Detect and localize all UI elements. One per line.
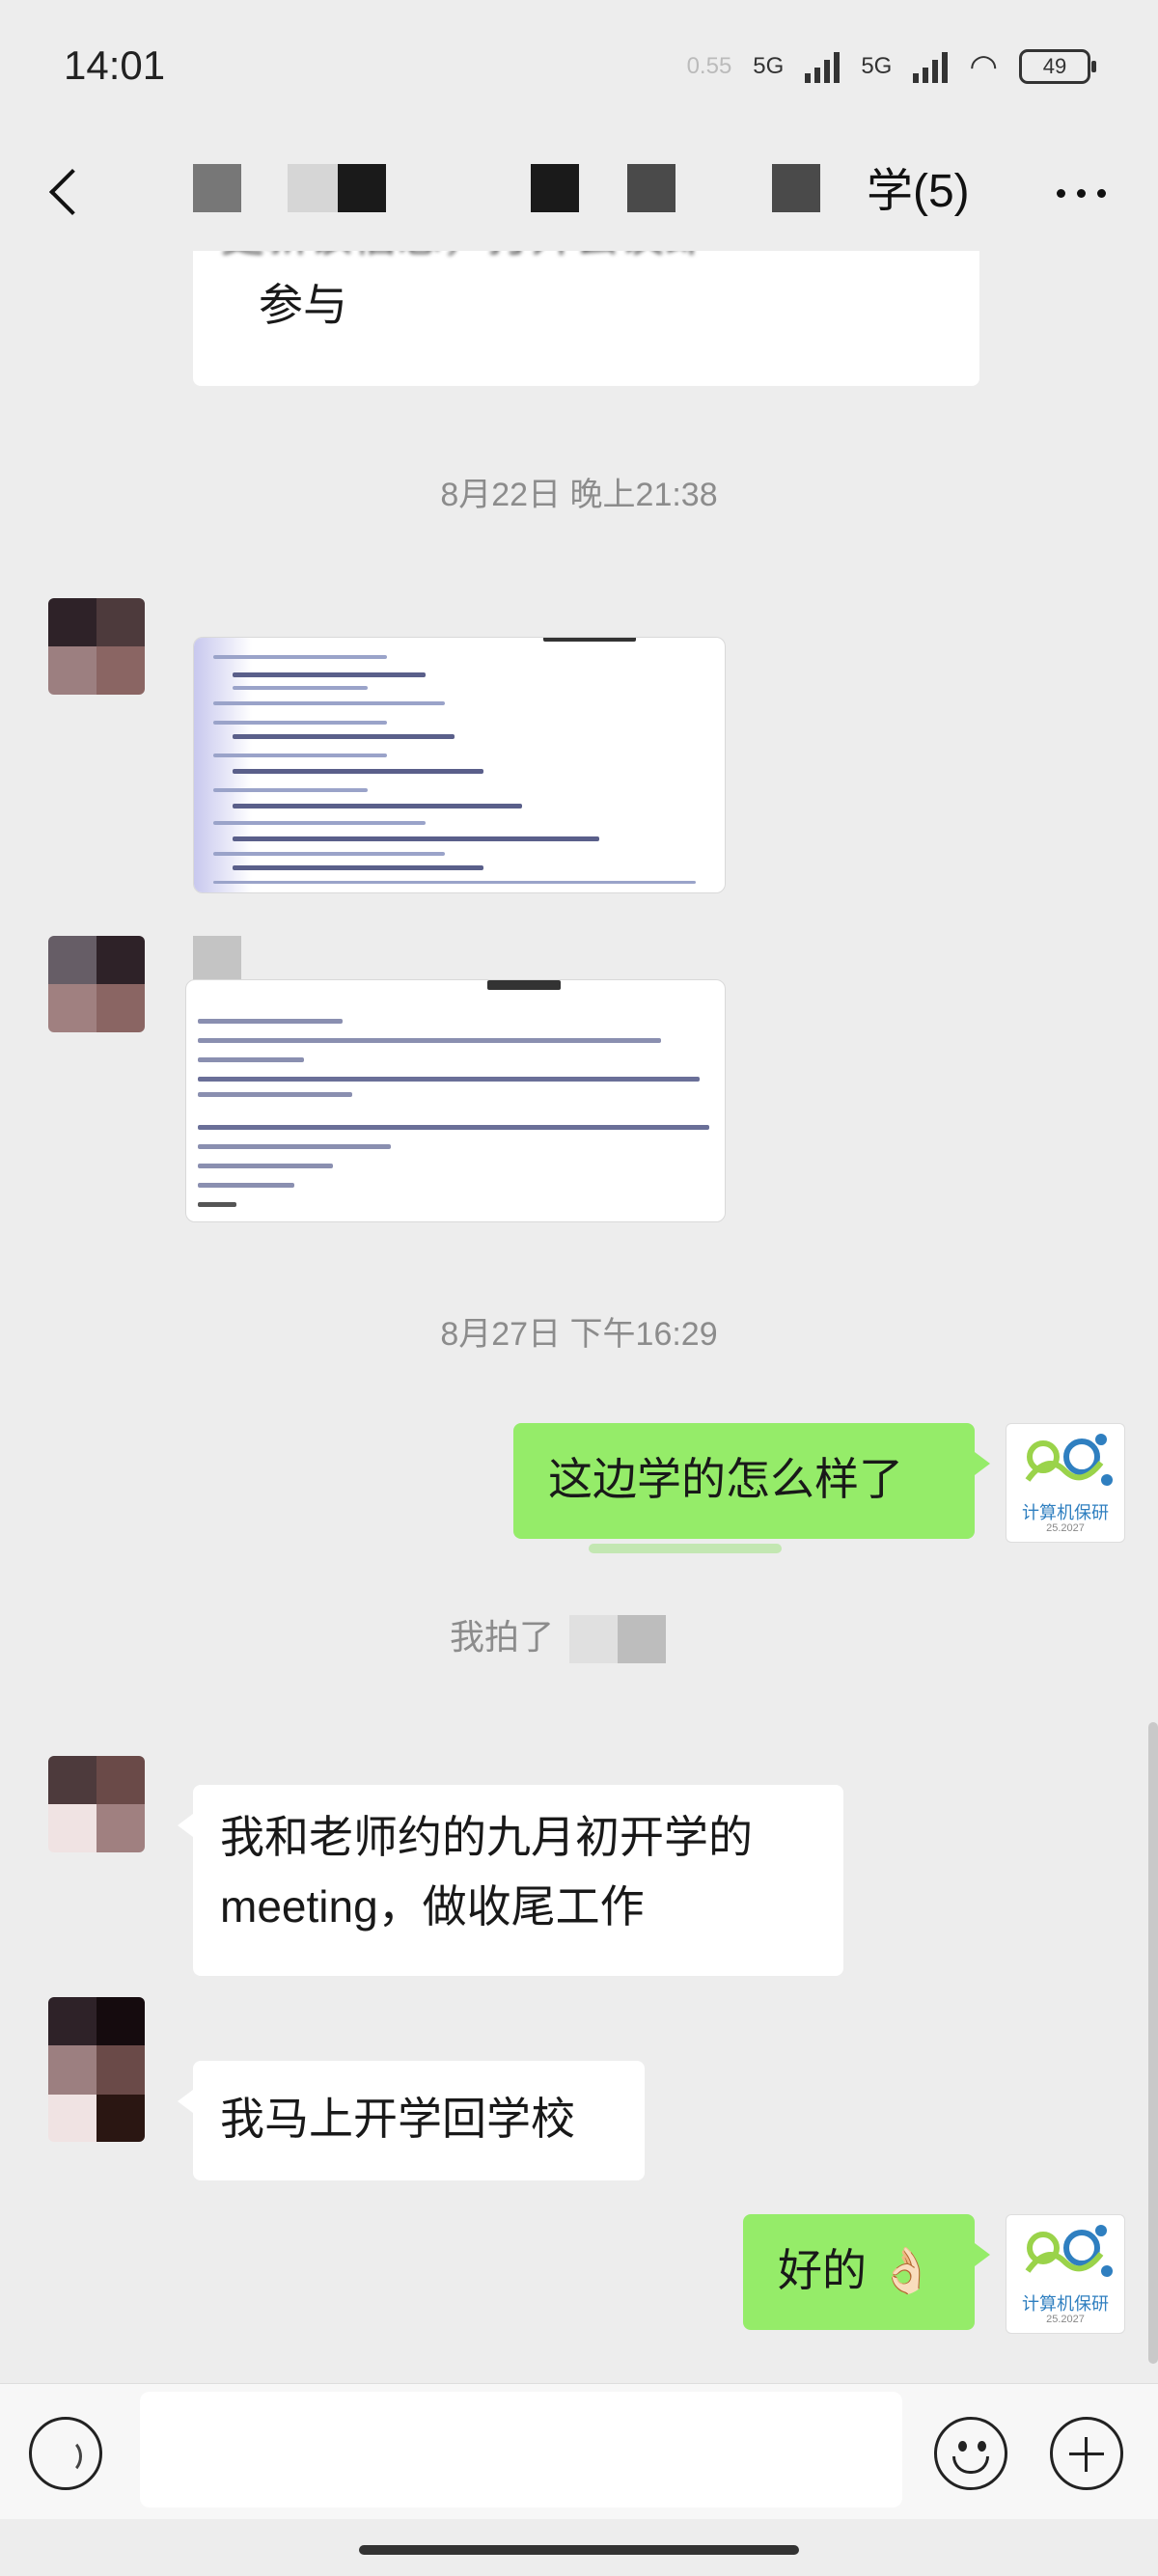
censored-name: [569, 1615, 619, 1664]
doc-line: [233, 686, 368, 690]
doc-line: [198, 1057, 304, 1062]
pat-text: 我拍了: [450, 1617, 555, 1657]
doc-line: [198, 1125, 709, 1130]
image-message[interactable]: [193, 637, 726, 893]
message-text: 这边学的怎么样了: [548, 1454, 903, 1504]
emoji-eye: [978, 2441, 986, 2452]
brand-sub: 25.2027: [1046, 2314, 1085, 2325]
avatar[interactable]: [48, 936, 145, 1032]
message-shadow: [589, 1544, 782, 1553]
avatar-self[interactable]: 计算机保研 25.2027: [1006, 2214, 1125, 2334]
doc-line: [213, 881, 696, 884]
image-message[interactable]: [185, 979, 726, 1222]
status-bar: 14:01 0.55 5G 5G ◠ 49: [0, 0, 1158, 135]
message-bubble: 好的 👌🏻: [743, 2214, 990, 2330]
doc-line: [198, 1077, 700, 1082]
doc-line: [233, 836, 599, 841]
censored-name: [618, 1615, 667, 1664]
more-options-button[interactable]: [1042, 164, 1119, 222]
timestamp: 8月22日 晚上21:38: [440, 477, 718, 513]
message-text: 好的 👌🏻: [778, 2245, 935, 2295]
doc-line: [198, 1202, 236, 1207]
message-text: 参与: [259, 280, 347, 330]
doc-line: [213, 754, 387, 757]
doc-line: [233, 672, 426, 677]
message-text: 我和老师约的九月初开学的meeting，做收尾工作: [220, 1812, 753, 1932]
censored-title: [772, 164, 820, 212]
message-bubble: 这边学的怎么样了: [513, 1423, 990, 1539]
sig2-label: 5G: [861, 53, 893, 79]
doc-line: [213, 821, 426, 825]
doc-line: [198, 1164, 333, 1168]
signal-icon: [805, 50, 841, 83]
doc-line: [233, 865, 483, 870]
scrollbar[interactable]: [1148, 1722, 1158, 2364]
brand-sub: 25.2027: [1046, 1522, 1085, 1534]
chat-title: 学(5): [867, 166, 970, 217]
message-text: 更新该信息，打开会议即: [220, 251, 952, 270]
status-icons: 0.55 5G 5G ◠ 49: [686, 42, 1096, 91]
home-indicator[interactable]: [359, 2545, 799, 2555]
doc-line: [213, 852, 445, 856]
censored-title: [193, 164, 241, 212]
doc-line: [198, 1092, 352, 1097]
censored-title: [531, 164, 579, 212]
message-bubble: 我和老师约的九月初开学的meeting，做收尾工作: [178, 1785, 843, 1976]
brand-name: 计算机保研: [1022, 2294, 1109, 2314]
emoji-mouth: [952, 2456, 989, 2474]
input-bar: [0, 2383, 1158, 2519]
message-bubble: 我马上开学回学校: [178, 2061, 645, 2180]
chat-header: 学(5): [0, 135, 1158, 251]
doc-line: [198, 1019, 343, 1024]
wifi-icon: ◠: [969, 48, 998, 85]
more-actions-button[interactable]: [1050, 2417, 1123, 2490]
doc-line: [198, 1183, 294, 1188]
doc-bar: [487, 980, 561, 990]
avatar[interactable]: [48, 1997, 145, 2142]
battery-icon: 49: [1019, 49, 1096, 84]
doc-line: [198, 1144, 391, 1149]
doc-line: [233, 804, 522, 808]
message-input[interactable]: [140, 2392, 902, 2507]
brand-name: 计算机保研: [1022, 1503, 1109, 1522]
doc-line: [213, 788, 368, 792]
message-list[interactable]: 更新该信息，打开会议即 参与 8月22日 晚上21:38: [0, 251, 1158, 2383]
doc-bar: [543, 638, 636, 642]
doc-line: [213, 701, 445, 705]
doc-line: [198, 1038, 661, 1043]
pat-notice: 我拍了: [450, 1609, 667, 1664]
message-text: 我马上开学回学校: [220, 2094, 575, 2144]
censored-title: [627, 164, 676, 212]
message-bubble: 更新该信息，打开会议即 参与: [193, 251, 979, 386]
censored-title: [288, 164, 338, 212]
emoji-eye: [958, 2441, 967, 2452]
doc-line: [233, 769, 483, 774]
timestamp: 8月27日 下午16:29: [440, 1316, 718, 1353]
voice-input-button[interactable]: [29, 2417, 102, 2490]
emoji-button[interactable]: [934, 2417, 1007, 2490]
doc-line: [233, 734, 455, 739]
avatar-self[interactable]: 计算机保研 25.2027: [1006, 1423, 1125, 1543]
clock: 14:01: [64, 42, 166, 88]
doc-line: [213, 655, 387, 659]
sender-name-censored: [193, 936, 241, 984]
net-speed: 0.55: [686, 53, 732, 79]
back-button[interactable]: [39, 152, 96, 230]
avatar[interactable]: [48, 598, 145, 695]
signal-icon-2: [913, 50, 949, 83]
avatar[interactable]: [48, 1756, 145, 1852]
censored-title: [338, 164, 386, 212]
sig1-label: 5G: [753, 53, 785, 79]
doc-line: [213, 721, 387, 725]
